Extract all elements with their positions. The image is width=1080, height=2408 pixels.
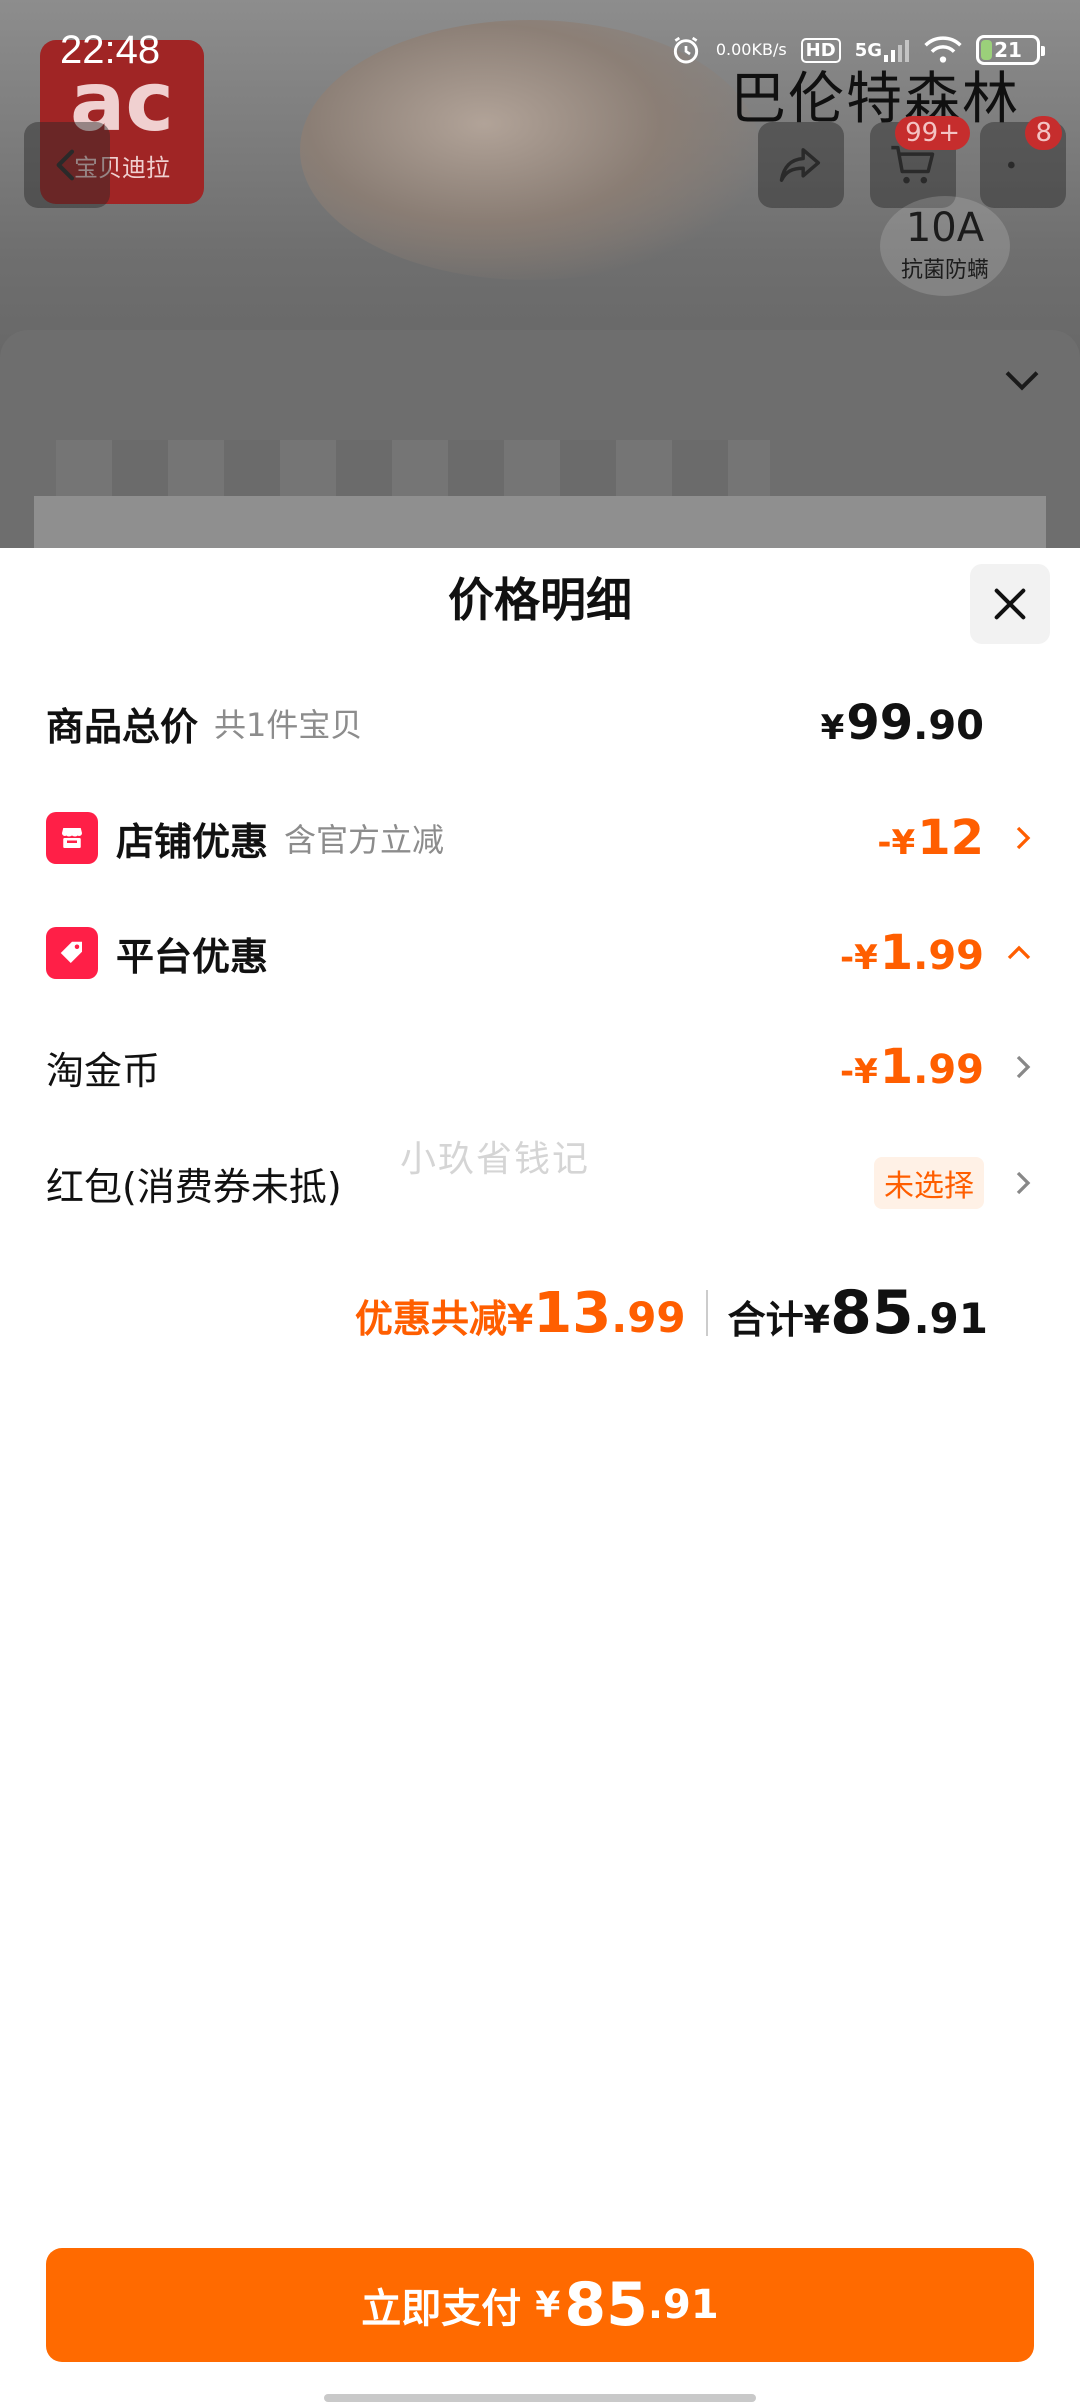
pay-now-button[interactable]: 立即支付 ¥ 85 .91 bbox=[46, 2248, 1034, 2362]
share-icon bbox=[779, 148, 821, 182]
chevron-right-icon bbox=[994, 1052, 1034, 1082]
wifi-icon bbox=[924, 35, 962, 65]
row-platform-discount[interactable]: 平台优惠 -¥ 1 .99 bbox=[46, 918, 1034, 988]
goods-total-prefix: ¥ bbox=[820, 708, 845, 748]
summary-divider bbox=[705, 1290, 708, 1336]
platform-discount-dec: .99 bbox=[913, 933, 984, 979]
platform-discount-prefix: -¥ bbox=[839, 938, 878, 978]
pay-now-int: 85 bbox=[564, 2270, 648, 2340]
more-icon bbox=[1008, 161, 1015, 169]
total-discount-int: 13 bbox=[533, 1280, 612, 1346]
battery-level-fill bbox=[981, 40, 993, 60]
alarm-icon bbox=[670, 34, 702, 66]
platform-discount-amount: -¥ 1 .99 bbox=[840, 925, 984, 981]
back-button[interactable] bbox=[24, 122, 110, 208]
store-discount-amount: -¥ 12 bbox=[877, 810, 984, 866]
goods-total-int: 99 bbox=[846, 695, 914, 751]
signal-icon bbox=[884, 40, 909, 62]
taojinbi-prefix: -¥ bbox=[839, 1052, 878, 1092]
store-icon bbox=[46, 812, 98, 864]
total-discount-label: 优惠共减¥ bbox=[354, 1296, 534, 1341]
platform-discount-label: 平台优惠 bbox=[116, 934, 269, 979]
total-discount: 优惠共减¥ 13 .99 bbox=[355, 1281, 686, 1346]
battery-level: 21 bbox=[994, 38, 1022, 62]
chevron-down-icon[interactable] bbox=[1002, 360, 1042, 406]
price-detail-sheet: 价格明细 商品总价 共1件宝贝 ¥ 99 .90 店铺优惠 含官方立减 -¥ 1… bbox=[0, 548, 1080, 2408]
hd-icon: HD bbox=[800, 37, 841, 63]
cart-badge: 99+ bbox=[895, 116, 970, 150]
more-button[interactable]: 8 bbox=[980, 116, 1066, 208]
price-summary: 优惠共减¥ 13 .99 合计¥ 85 .91 bbox=[355, 1278, 988, 1348]
feature-tag-title: 10A bbox=[905, 205, 985, 251]
status-bar: 22:48 0.00 KB/s HD 5G 21 bbox=[0, 0, 1080, 100]
home-indicator[interactable] bbox=[324, 2394, 756, 2402]
pay-now-yen: ¥ bbox=[535, 2284, 561, 2326]
feature-tag: 10A 抗菌防螨 bbox=[880, 196, 1010, 296]
blurred-strip bbox=[34, 496, 1046, 556]
row-goods-total: 商品总价 共1件宝贝 ¥ 99 .90 bbox=[46, 688, 1034, 758]
sheet-title: 价格明细 bbox=[448, 573, 632, 627]
feature-tag-subtitle: 抗菌防螨 bbox=[900, 258, 989, 283]
store-discount-sub: 含官方立减 bbox=[284, 821, 445, 859]
goods-total-amount: ¥ 99 .90 bbox=[821, 695, 984, 751]
share-button[interactable] bbox=[758, 122, 844, 208]
status-time: 22:48 bbox=[60, 27, 161, 72]
store-discount-prefix: -¥ bbox=[877, 823, 916, 863]
pay-now-label: 立即支付 bbox=[361, 2286, 522, 2332]
goods-total-dec: .90 bbox=[913, 703, 984, 749]
cellular-signal: 5G bbox=[855, 37, 910, 63]
platform-discount-int: 1 bbox=[879, 925, 914, 981]
goods-total-label: 商品总价 bbox=[46, 704, 199, 749]
order-total-label: 合计¥ bbox=[727, 1298, 831, 1342]
total-discount-dec: .99 bbox=[611, 1292, 686, 1342]
row-store-discount[interactable]: 店铺优惠 含官方立减 -¥ 12 bbox=[46, 803, 1034, 873]
chevron-up-icon bbox=[994, 942, 1034, 964]
goods-total-sub: 共1件宝贝 bbox=[214, 706, 363, 744]
chevron-left-icon bbox=[56, 149, 75, 181]
red-packet-label: 红包(消费券未抵) bbox=[46, 1164, 342, 1209]
store-discount-label: 店铺优惠 bbox=[116, 819, 269, 864]
close-button[interactable] bbox=[970, 564, 1050, 644]
row-taojinbi[interactable]: 淘金币 -¥ 1 .99 bbox=[46, 1032, 1034, 1102]
status-icons: 0.00 KB/s HD 5G 21 bbox=[670, 34, 1045, 66]
previous-sheet bbox=[0, 330, 1080, 580]
order-total-dec: .91 bbox=[913, 1294, 988, 1343]
taojinbi-label: 淘金币 bbox=[46, 1048, 161, 1093]
red-packet-status: 未选择 bbox=[874, 1157, 984, 1209]
chevron-right-icon bbox=[994, 1168, 1034, 1198]
taojinbi-amount: -¥ 1 .99 bbox=[840, 1039, 984, 1095]
blurred-content bbox=[56, 440, 770, 500]
network-speed: 0.00 KB/s bbox=[716, 42, 787, 58]
tag-icon bbox=[46, 927, 98, 979]
store-discount-int: 12 bbox=[917, 810, 984, 866]
order-total: 合计¥ 85 .91 bbox=[728, 1278, 988, 1348]
watermark: 小玖省钱记 bbox=[400, 1139, 591, 1180]
taojinbi-int: 1 bbox=[879, 1039, 914, 1095]
close-icon bbox=[994, 588, 1026, 620]
taojinbi-dec: .99 bbox=[913, 1047, 984, 1093]
network-type: 5G bbox=[854, 39, 882, 61]
message-badge: 8 bbox=[1025, 116, 1062, 150]
chevron-right-icon bbox=[994, 823, 1034, 853]
order-total-int: 85 bbox=[830, 1278, 914, 1348]
network-speed-unit: KB/s bbox=[751, 40, 787, 59]
battery-icon: 21 bbox=[976, 35, 1045, 65]
network-speed-value: 0.00 bbox=[715, 40, 752, 59]
pay-now-dec: .91 bbox=[647, 2282, 719, 2328]
